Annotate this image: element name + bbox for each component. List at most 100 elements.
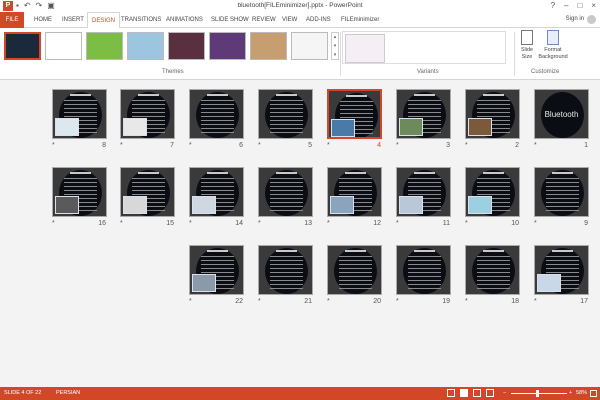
slide-image — [399, 196, 423, 214]
minimize-button[interactable]: – — [564, 0, 568, 12]
slide-thumbnail-19[interactable] — [396, 245, 451, 295]
slide-text-line — [477, 178, 510, 179]
tab-home[interactable]: HOME — [30, 12, 56, 28]
theme-office[interactable] — [45, 32, 82, 60]
reading-view-icon[interactable] — [473, 389, 481, 397]
slide-thumbnail-5[interactable] — [258, 89, 313, 139]
slide-thumbnail-18[interactable] — [465, 245, 520, 295]
slide-thumbnail-12[interactable] — [327, 167, 382, 217]
slide-thumbnail-9[interactable] — [534, 167, 589, 217]
slide-transition-icon[interactable]: * — [258, 220, 261, 227]
theme-dark-pink[interactable] — [168, 32, 205, 60]
zoom-out-button[interactable]: − — [503, 387, 506, 400]
slide-transition-icon[interactable]: * — [52, 142, 55, 149]
theme-current[interactable] — [4, 32, 41, 60]
slide-title-line — [207, 94, 228, 96]
slide-thumbnail-14[interactable] — [189, 167, 244, 217]
slide-text-line — [477, 288, 510, 289]
tab-slide-show[interactable]: SLIDE SHOW — [207, 12, 253, 28]
theme-purple[interactable] — [209, 32, 246, 60]
slide-thumbnail-4[interactable] — [327, 89, 382, 139]
slide-transition-icon[interactable]: * — [120, 142, 123, 149]
slide-text-line — [477, 108, 510, 109]
zoom-in-button[interactable]: + — [569, 387, 572, 400]
tab-design[interactable]: DESIGN — [87, 12, 121, 29]
slide-transition-icon[interactable]: * — [465, 142, 468, 149]
normal-view-icon[interactable] — [447, 389, 455, 397]
tab-transitions[interactable]: TRANSITIONS — [117, 12, 165, 28]
slide-transition-icon[interactable]: * — [534, 298, 537, 305]
slide-transition-icon[interactable]: * — [189, 142, 192, 149]
sign-in-link[interactable]: Sign in — [566, 16, 584, 22]
slide-counter[interactable]: SLIDE 4 OF 22 — [4, 387, 41, 400]
slide-thumbnail-7[interactable] — [120, 89, 175, 139]
slide-transition-icon[interactable]: * — [465, 298, 468, 305]
slide-thumbnail-16[interactable] — [52, 167, 107, 217]
slide-text-line — [132, 112, 165, 113]
slide-transition-icon[interactable]: * — [396, 142, 399, 149]
slide-transition-icon[interactable]: * — [534, 220, 537, 227]
slide-thumbnail-17[interactable] — [534, 245, 589, 295]
slide-thumbnail-20[interactable] — [327, 245, 382, 295]
slide-transition-icon[interactable]: * — [327, 298, 330, 305]
slide-transition-icon[interactable]: * — [465, 220, 468, 227]
avatar[interactable] — [587, 15, 596, 24]
theme-blue-pattern[interactable] — [127, 32, 164, 60]
zoom-percentage[interactable]: 58% — [576, 387, 587, 400]
slide-text-line — [201, 190, 234, 191]
slide-transition-icon[interactable]: * — [120, 220, 123, 227]
fit-to-window-icon[interactable] — [590, 390, 597, 397]
slide-transition-icon[interactable]: * — [258, 142, 261, 149]
slide-size-icon — [521, 30, 533, 45]
zoom-slider-thumb[interactable] — [536, 390, 539, 397]
slide-transition-icon[interactable]: * — [327, 142, 330, 149]
slide-text-line — [546, 190, 579, 191]
theme-white-lines[interactable] — [291, 32, 328, 60]
theme-wood[interactable] — [250, 32, 287, 60]
slide-title-line — [346, 95, 367, 97]
themes-gallery-scroll[interactable]: ▴ ▾ ▾ — [331, 32, 339, 60]
language-indicator[interactable]: PERSIAN — [56, 387, 80, 400]
tab-view[interactable]: VIEW — [278, 12, 301, 28]
slide-transition-icon[interactable]: * — [52, 220, 55, 227]
slide-transition-icon[interactable]: * — [534, 142, 537, 149]
format-background-button[interactable]: Format Background — [538, 30, 568, 61]
slide-thumbnail-10[interactable] — [465, 167, 520, 217]
theme-green[interactable] — [86, 32, 123, 60]
slide-thumbnail-22[interactable] — [189, 245, 244, 295]
slide-thumbnail-3[interactable] — [396, 89, 451, 139]
tab-insert[interactable]: INSERT — [58, 12, 88, 28]
slide-transition-icon[interactable]: * — [327, 220, 330, 227]
slide-thumbnail-6[interactable] — [189, 89, 244, 139]
slide-thumbnail-1[interactable]: Bluetooth — [534, 89, 589, 139]
slide-thumbnail-2[interactable] — [465, 89, 520, 139]
maximize-button[interactable]: □ — [577, 0, 582, 12]
zoom-slider[interactable] — [511, 393, 567, 394]
document-title: bluetooth[FILEminimizer].pptx - PowerPoi… — [237, 2, 363, 9]
slide-text-line — [270, 206, 303, 207]
slide-thumbnail-15[interactable] — [120, 167, 175, 217]
tab-file[interactable]: FILE — [0, 12, 24, 28]
slide-transition-icon[interactable]: * — [396, 298, 399, 305]
slide-show-icon[interactable] — [486, 389, 494, 397]
slide-text-line — [201, 186, 234, 187]
close-button[interactable]: × — [591, 0, 596, 12]
slide-transition-icon[interactable]: * — [189, 298, 192, 305]
help-button[interactable]: ? — [551, 0, 555, 12]
slide-sorter-view-icon[interactable] — [460, 389, 468, 397]
slide-thumbnail-8[interactable] — [52, 89, 107, 139]
slide-size-button[interactable]: Slide Size — [516, 30, 538, 61]
slide-thumbnail-11[interactable] — [396, 167, 451, 217]
tab-review[interactable]: REVIEW — [248, 12, 280, 28]
slide-transition-icon[interactable]: * — [396, 220, 399, 227]
tab-animations[interactable]: ANIMATIONS — [162, 12, 207, 28]
slide-text-line — [546, 264, 579, 265]
slide-thumbnail-13[interactable] — [258, 167, 313, 217]
tab-fileminimizer[interactable]: FILEminimizer — [337, 12, 383, 28]
slide-transition-icon[interactable]: * — [189, 220, 192, 227]
slide-thumbnail-21[interactable] — [258, 245, 313, 295]
variant-option[interactable] — [345, 34, 385, 63]
slide-transition-icon[interactable]: * — [258, 298, 261, 305]
tab-add-ins[interactable]: ADD-INS — [302, 12, 335, 28]
slide-number: 11 — [442, 220, 450, 227]
